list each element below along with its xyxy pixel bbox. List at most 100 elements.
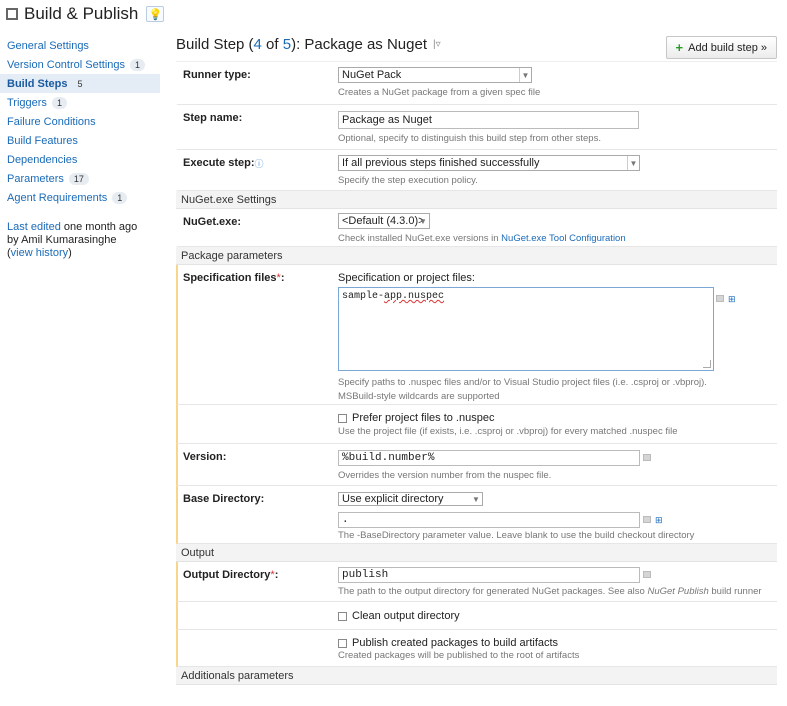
text-editor-icon[interactable] (643, 516, 651, 523)
runner-type-row: Runner type: NuGet Pack ▼ Creates a NuGet… (176, 62, 777, 105)
base-directory-select-value: Use explicit directory (342, 493, 444, 505)
sidebar-item-label: Build Features (7, 134, 78, 147)
publish-artifacts-note: Created packages will be published to th… (338, 650, 580, 661)
count-badge: 1 (51, 96, 67, 109)
version-note: Overrides the version number from the nu… (338, 470, 552, 481)
count-badge: 17 (68, 172, 89, 185)
base-directory-note: The -BaseDirectory parameter value. Leav… (338, 530, 695, 541)
output-directory-note: The path to the output directory for gen… (338, 585, 777, 599)
add-build-step-button[interactable]: + Add build step » (665, 36, 777, 59)
count-badge: 1 (130, 58, 146, 71)
step-name-row: Step name: Package as Nuget Optional, sp… (176, 105, 777, 150)
text-editor-icon[interactable] (643, 571, 651, 578)
output-directory-note-text: The path to the output directory for gen… (338, 586, 648, 597)
sidebar-item-vcs-settings[interactable]: Version Control Settings 1 (0, 55, 160, 74)
output-directory-note-end: build runner (708, 586, 762, 597)
resize-grip-icon[interactable] (703, 360, 711, 368)
nuget-exe-select[interactable]: <Default (4.3.0)> ▼ (338, 213, 430, 229)
execute-step-note: Specify the step execution policy. (338, 175, 478, 186)
section-package-parameters: Package parameters (176, 247, 777, 265)
empty-label (178, 630, 334, 666)
nuget-exe-value: <Default (4.3.0)> (342, 215, 425, 227)
last-edited-info: Last edited one month ago by Amil Kumara… (7, 221, 138, 259)
sidebar-item-agent-requirements[interactable]: Agent Requirements 1 (0, 188, 160, 207)
runner-type-note: Creates a NuGet package from a given spe… (338, 87, 541, 98)
clean-output-row: Clean output directory (176, 602, 777, 630)
sidebar-item-triggers[interactable]: Triggers 1 (0, 93, 160, 112)
sidebar-item-label: Dependencies (7, 153, 78, 166)
sidebar-item-build-features[interactable]: Build Features (0, 131, 160, 150)
page-header: Build & Publish 💡 (6, 4, 165, 24)
add-build-step-label: Add build step » (688, 41, 767, 54)
step-total-link[interactable]: 5 (283, 36, 291, 53)
output-directory-label-text: Output Directory (183, 569, 271, 581)
spec-files-caption: Specification or project files: (338, 272, 475, 284)
sidebar-item-label: Parameters (7, 172, 64, 185)
prefer-project-label: Prefer project files to .nuspec (352, 412, 495, 424)
runner-type-select[interactable]: NuGet Pack ▼ (338, 67, 532, 83)
version-input[interactable]: %build.number% (338, 450, 640, 466)
checkbox-icon (6, 8, 18, 20)
prefer-project-checkbox-line[interactable]: Prefer project files to .nuspec (338, 412, 777, 424)
execute-step-value: If all previous steps finished successfu… (342, 157, 540, 169)
sidebar-item-failure-conditions[interactable]: Failure Conditions (0, 112, 160, 131)
base-directory-label: Base Directory: (183, 493, 265, 505)
text-editor-icon[interactable] (643, 454, 651, 461)
sidebar-item-general-settings[interactable]: General Settings (0, 36, 160, 55)
base-directory-select[interactable]: Use explicit directory ▼ (338, 492, 483, 506)
step-title-prefix: Build Step ( (176, 35, 254, 53)
spec-files-note: Specify paths to .nuspec files and/or to… (338, 377, 707, 402)
execute-step-row: Execute step:ⓘ If all previous steps fin… (176, 150, 777, 191)
sidebar: General Settings Version Control Setting… (0, 36, 160, 260)
publish-artifacts-row: Publish created packages to build artifa… (176, 630, 777, 667)
execute-step-label-text: Execute step: (183, 157, 255, 169)
spec-files-textarea[interactable]: sample-app.nuspec (338, 287, 714, 371)
prefer-project-checkbox[interactable] (338, 413, 347, 423)
last-edited-when: one month ago (60, 221, 138, 233)
nuget-exe-row: NuGet.exe: <Default (4.3.0)> ▼ Check inst… (176, 209, 777, 247)
text-editor-icon[interactable] (716, 295, 724, 302)
clean-output-label: Clean output directory (352, 610, 460, 622)
publish-artifacts-checkbox[interactable] (338, 638, 347, 648)
sidebar-item-label: Build Steps (7, 77, 68, 90)
section-additional-parameters: Additionals parameters (176, 667, 777, 685)
prefer-project-row: Prefer project files to .nuspec Use the … (176, 405, 777, 444)
step-menu-chevron-icon[interactable]: |▿ (433, 39, 441, 50)
sidebar-item-label: General Settings (7, 39, 89, 52)
chevron-down-icon: ▼ (419, 216, 427, 226)
base-directory-input[interactable]: . (338, 512, 640, 528)
step-name-input[interactable]: Package as Nuget (338, 111, 639, 129)
page-title: Build & Publish (24, 4, 139, 23)
file-tree-icon[interactable]: ⊞ (655, 515, 665, 525)
chevron-down-icon: ▼ (519, 68, 531, 82)
nuget-exe-label: NuGet.exe: (183, 216, 242, 228)
empty-label (178, 405, 334, 443)
lightbulb-icon[interactable]: 💡 (146, 6, 165, 22)
spec-files-row: Specification files*: Specification or p… (176, 265, 777, 405)
clean-output-checkbox[interactable] (338, 611, 347, 621)
prefer-project-note: Use the project file (if exists, i.e. .c… (338, 426, 678, 437)
required-star: * (276, 272, 281, 284)
publish-artifacts-checkbox-line[interactable]: Publish created packages to build artifa… (338, 637, 777, 649)
spec-files-value-start: sample- (342, 291, 385, 302)
nuget-publish-ref: NuGet Publish (647, 586, 709, 597)
help-icon[interactable]: ⓘ (255, 159, 264, 169)
sidebar-item-label: Version Control Settings (7, 58, 126, 71)
output-directory-input[interactable]: publish (338, 567, 640, 583)
view-history-link[interactable]: view history (11, 247, 68, 259)
execute-step-select[interactable]: If all previous steps finished successfu… (338, 155, 640, 171)
nuget-tool-config-link[interactable]: NuGet.exe Tool Configuration (501, 233, 625, 244)
spec-files-label-text: Specification files (183, 272, 277, 284)
base-directory-row: Base Directory: Use explicit directory ▼ … (176, 486, 777, 544)
step-name-note: Optional, specify to distinguish this bu… (338, 133, 601, 144)
file-tree-icon[interactable]: ⊞ (728, 294, 738, 304)
step-title-of: of (261, 35, 283, 53)
sidebar-item-dependencies[interactable]: Dependencies (0, 150, 160, 169)
spec-files-value-end: app.nuspec (384, 291, 445, 302)
sidebar-item-build-steps[interactable]: Build Steps 5 (0, 74, 160, 93)
count-badge: 1 (112, 191, 128, 204)
last-edited-link[interactable]: Last edited (7, 221, 61, 233)
sidebar-item-label: Triggers (7, 96, 47, 109)
clean-output-checkbox-line[interactable]: Clean output directory (338, 610, 777, 622)
sidebar-item-parameters[interactable]: Parameters 17 (0, 169, 160, 188)
